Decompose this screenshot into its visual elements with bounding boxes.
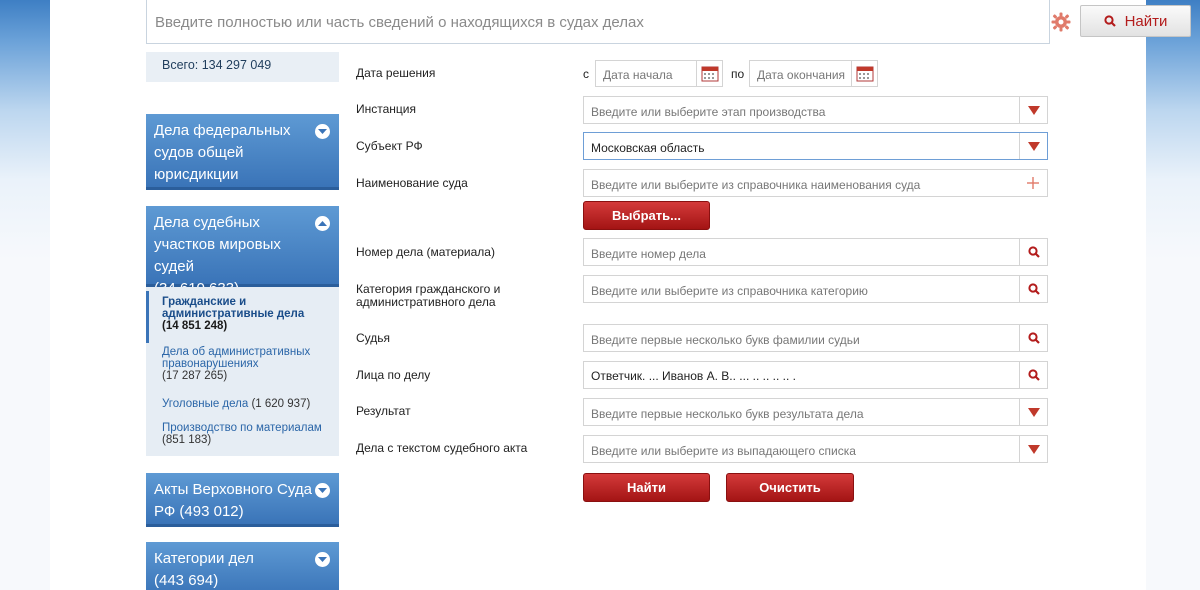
active-indicator [146, 291, 149, 343]
act-text-select[interactable]: Введите или выберите из выпадающего спис… [583, 435, 1048, 463]
magistrate-subitems-panel: Гражданские и административные дела (14 … [146, 287, 339, 456]
parties-value: Ответчик. ... Иванов А. В.. ... .. .. ..… [591, 369, 796, 383]
subitem-count: (1 620 937) [251, 398, 311, 410]
section-title-line2: участков мировых судей [154, 236, 281, 275]
search-icon[interactable] [1019, 362, 1047, 388]
clear-button-label: Очистить [759, 480, 821, 495]
parties-input[interactable]: Ответчик. ... Иванов А. В.. ... .. .. ..… [583, 361, 1048, 389]
choose-court-button[interactable]: Выбрать... [583, 201, 710, 230]
chevron-down-icon[interactable] [315, 483, 330, 498]
clear-form-button[interactable]: Очистить [726, 473, 854, 502]
chevron-down-icon[interactable] [315, 552, 330, 567]
section-title-line1: Дела федеральных [154, 122, 291, 139]
act-text-placeholder: Введите или выберите из выпадающего спис… [591, 444, 856, 458]
global-search-bar: Найти [146, 0, 1191, 44]
category-input[interactable]: Введите или выберите из справочника кате… [583, 275, 1048, 303]
decision-date-label: Дата решения [356, 66, 436, 80]
judge-placeholder: Введите первые несколько букв фамилии су… [591, 333, 860, 347]
date-from-label: с [583, 67, 589, 81]
case-number-input[interactable]: Введите номер дела [583, 238, 1048, 266]
case-number-label: Номер дела (материала) [356, 245, 495, 259]
date-from-field[interactable]: Дата начала [595, 60, 723, 87]
subitem-line2: правонарушениях [162, 358, 259, 370]
plus-icon[interactable] [1019, 170, 1047, 196]
subitem-line2: административные дела [162, 308, 305, 320]
court-name-input[interactable]: Введите или выберите из справочника наим… [583, 169, 1048, 197]
search-icon[interactable] [1019, 276, 1047, 302]
sidebar-section-federal-courts[interactable]: Дела федеральных судов общей юрисдикции … [146, 114, 339, 205]
section-title-line1: Акты Верховного Суда [154, 481, 312, 498]
total-count: Всего: 134 297 049 [146, 52, 339, 82]
subitem-line1: Гражданские и [162, 296, 247, 308]
result-select[interactable]: Введите первые несколько букв результата… [583, 398, 1048, 426]
category-placeholder: Введите или выберите из справочника кате… [591, 284, 868, 298]
subject-label: Субъект РФ [356, 139, 423, 153]
judge-input[interactable]: Введите первые несколько букв фамилии су… [583, 324, 1048, 352]
dropdown-arrow-icon[interactable] [1019, 399, 1047, 425]
sidebar-item-criminal[interactable]: Уголовные дела (1 620 937) [162, 398, 310, 410]
section-title-line1: Дела судебных [154, 214, 260, 231]
search-icon[interactable] [1019, 239, 1047, 265]
submit-search-button[interactable]: Найти [583, 473, 710, 502]
sidebar-item-admin-offenses[interactable]: Дела об административных правонарушениях… [162, 346, 310, 382]
dropdown-arrow-icon[interactable] [1019, 436, 1047, 462]
calendar-icon[interactable] [696, 61, 722, 86]
date-to-placeholder: Дата окончания [757, 68, 846, 82]
section-title-line2: судов общей юрисдикции [154, 144, 244, 183]
sidebar-section-case-categories[interactable]: Категории дел (443 694) [146, 542, 339, 590]
dropdown-arrow-icon[interactable] [1019, 133, 1047, 159]
court-name-placeholder: Введите или выберите из справочника наим… [591, 178, 921, 192]
judge-label: Судья [356, 331, 391, 345]
sidebar-item-civil-admin[interactable]: Гражданские и административные дела (14 … [162, 296, 304, 332]
court-name-label: Наименование суда [356, 176, 468, 190]
sidebar-item-materials[interactable]: Производство по материалам (851 183) [162, 422, 322, 446]
find-button-label: Найти [1124, 12, 1168, 30]
instance-label: Инстанция [356, 102, 416, 116]
subitem-count: (851 183) [162, 434, 212, 446]
parties-label: Лица по делу [356, 368, 431, 382]
calendar-icon[interactable] [851, 61, 877, 86]
sidebar-section-supreme-court-acts[interactable]: Акты Верховного Суда РФ (493 012) [146, 473, 339, 527]
choose-button-label: Выбрать... [612, 208, 681, 223]
subject-value: Московская область [591, 141, 705, 155]
subitem-line1: Дела об административных [162, 346, 311, 358]
submit-button-label: Найти [627, 480, 666, 495]
category-label-line2: административного дела [356, 295, 496, 309]
result-label: Результат [356, 404, 411, 418]
subitem-count: (17 287 265) [162, 370, 228, 382]
case-number-placeholder: Введите номер дела [591, 247, 706, 261]
result-placeholder: Введите первые несколько букв результата… [591, 407, 864, 421]
instance-select[interactable]: Введите или выберите этап производства [583, 96, 1048, 124]
section-title-line2: (443 694) [154, 572, 219, 589]
category-label: Категория гражданского и административно… [356, 283, 500, 309]
subitem-line1: Уголовные дела [162, 398, 249, 410]
act-text-label: Дела с текстом судебного акта [356, 441, 528, 455]
date-to-field[interactable]: Дата окончания [749, 60, 878, 87]
instance-placeholder: Введите или выберите этап производства [591, 105, 826, 119]
search-icon[interactable] [1019, 325, 1047, 351]
gear-icon[interactable] [1051, 12, 1071, 32]
sidebar-section-magistrate-courts[interactable]: Дела судебных участков мировых судей (34… [146, 206, 339, 297]
subitem-line1: Производство по материалам [162, 422, 322, 434]
global-find-button[interactable]: Найти [1080, 5, 1191, 37]
date-to-label: по [731, 67, 745, 81]
chevron-down-icon[interactable] [315, 124, 330, 139]
section-title-line2: РФ (493 012) [154, 503, 244, 520]
section-count: (84 492 040) [154, 188, 240, 205]
section-title-line1: Категории дел [154, 550, 254, 567]
date-from-placeholder: Дата начала [603, 68, 673, 82]
search-icon [1103, 15, 1116, 27]
subject-select[interactable]: Московская область [583, 132, 1048, 160]
subitem-count: (14 851 248) [162, 320, 228, 332]
chevron-up-icon[interactable] [315, 216, 330, 231]
global-search-input[interactable] [151, 6, 899, 38]
dropdown-arrow-icon[interactable] [1019, 97, 1047, 123]
